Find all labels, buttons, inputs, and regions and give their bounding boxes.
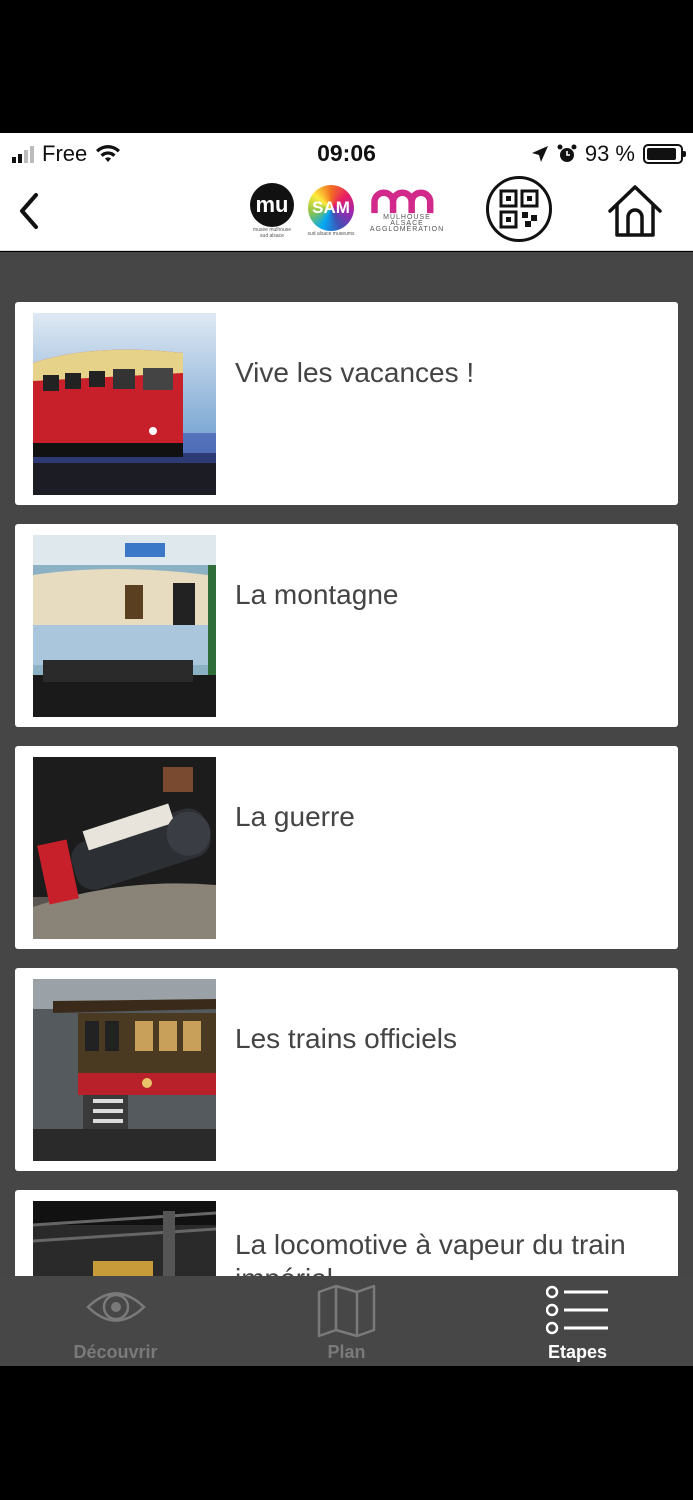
battery-icon: [643, 144, 686, 164]
step-card[interactable]: La locomotive à vapeur du train impérial: [15, 1190, 678, 1276]
steps-list[interactable]: Vive les vacances ! La montagne La guerr…: [0, 252, 693, 1276]
tab-decouvrir[interactable]: Découvrir: [0, 1276, 231, 1366]
step-thumbnail: [33, 1201, 216, 1276]
step-title: Vive les vacances !: [235, 357, 475, 388]
logo-mulhouse-agglomeration: MULHOUSE ALSACE AGGLOMÉRATION: [368, 189, 446, 233]
step-card[interactable]: Les trains officiels: [15, 968, 678, 1171]
sam-logo: SAM: [308, 185, 354, 231]
partner-logos: mu musée mulhouse sud alsace SAM sud als…: [250, 183, 446, 239]
tab-plan[interactable]: Plan: [231, 1276, 462, 1366]
step-thumbnail: [33, 979, 216, 1161]
location-arrow-icon: [531, 146, 548, 162]
battery-percent: 93 %: [584, 141, 635, 166]
back-chevron-icon[interactable]: [14, 191, 44, 231]
status-bar: Free 09:06 93 %: [0, 133, 693, 173]
list-icon: [545, 1285, 608, 1335]
step-title: La guerre: [235, 801, 355, 832]
step-title: La montagne: [235, 579, 399, 610]
status-right: 93 %: [531, 141, 686, 167]
step-title: La locomotive à vapeur du train impérial: [235, 1229, 626, 1276]
home-icon[interactable]: [606, 183, 664, 239]
step-thumbnail: [33, 535, 216, 717]
app-header: mu musée mulhouse sud alsace SAM sud als…: [0, 173, 693, 251]
tab-etapes[interactable]: Etapes: [462, 1276, 693, 1366]
alarm-icon: [557, 144, 577, 162]
step-thumbnail: [33, 313, 216, 495]
logo-sam: SAM sud alsace museums: [306, 185, 356, 237]
step-title: Les trains officiels: [235, 1023, 458, 1054]
logo-musee-mulhouse: mu musée mulhouse sud alsace: [250, 183, 294, 239]
top-letterbox: [0, 0, 693, 133]
step-card[interactable]: La guerre: [15, 746, 678, 949]
qr-code-icon: [499, 189, 539, 229]
tab-label-etapes: Etapes: [547, 1342, 608, 1362]
step-card[interactable]: Vive les vacances !: [15, 302, 678, 505]
bottom-letterbox: [0, 1366, 693, 1500]
bottom-tab-bar: Découvrir Plan Etapes: [0, 1276, 693, 1366]
mu-logo: mu: [250, 183, 294, 227]
m-agglo-logo: [371, 189, 434, 214]
step-thumbnail: [33, 757, 216, 939]
map-icon: [317, 1284, 375, 1338]
qr-code-scan-button[interactable]: [486, 176, 552, 242]
eye-icon: [85, 1292, 146, 1322]
tab-label-decouvrir: Découvrir: [73, 1342, 158, 1362]
tab-label-plan: Plan: [327, 1342, 366, 1362]
step-card[interactable]: La montagne: [15, 524, 678, 727]
